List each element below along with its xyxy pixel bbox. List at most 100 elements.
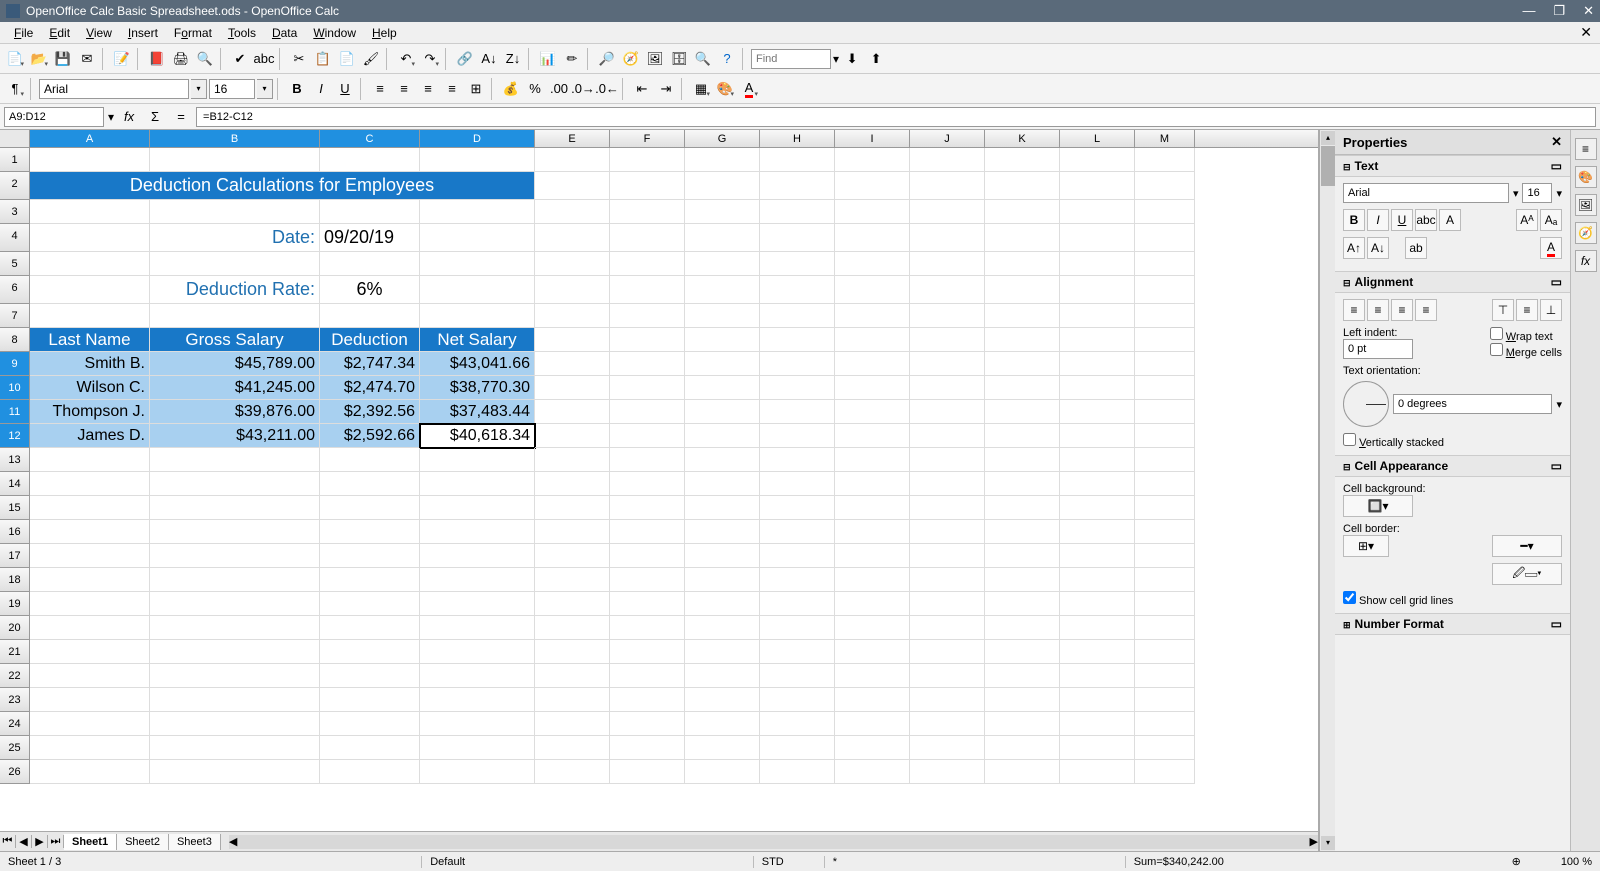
cell-C19[interactable] — [320, 592, 420, 616]
cell-J8[interactable] — [910, 328, 985, 352]
cell-L13[interactable] — [1060, 448, 1135, 472]
cell-G6[interactable] — [685, 276, 760, 304]
horizontal-scrollbar[interactable]: ◀ ▶ — [229, 835, 1318, 849]
sidebar-tab-styles[interactable]: 🎨 — [1575, 166, 1597, 188]
cell-C17[interactable] — [320, 544, 420, 568]
cell-M21[interactable] — [1135, 640, 1195, 664]
cell-L15[interactable] — [1060, 496, 1135, 520]
cell-I18[interactable] — [835, 568, 910, 592]
cell-J1[interactable] — [910, 148, 985, 172]
row-header-3[interactable]: 3 — [0, 200, 30, 224]
cell-H1[interactable] — [760, 148, 835, 172]
name-box-dropdown[interactable]: ▾ — [108, 110, 114, 124]
align-left-button[interactable]: ≡ — [369, 78, 391, 100]
cell-G14[interactable] — [685, 472, 760, 496]
print-preview-button[interactable]: 🔍 — [194, 48, 216, 70]
cell-B25[interactable] — [150, 736, 320, 760]
cell-M16[interactable] — [1135, 520, 1195, 544]
cell-K12[interactable] — [985, 424, 1060, 448]
cell-B23[interactable] — [150, 688, 320, 712]
column-header-K[interactable]: K — [985, 130, 1060, 147]
cell-J2[interactable] — [910, 172, 985, 200]
side-strike-button[interactable]: abc — [1415, 209, 1437, 231]
font-color-button[interactable]: A — [738, 78, 760, 100]
cell-G26[interactable] — [685, 760, 760, 784]
cell-K24[interactable] — [985, 712, 1060, 736]
cell-M7[interactable] — [1135, 304, 1195, 328]
cell-D1[interactable] — [420, 148, 535, 172]
row-header-26[interactable]: 26 — [0, 760, 30, 784]
cell-M10[interactable] — [1135, 376, 1195, 400]
cell-L22[interactable] — [1060, 664, 1135, 688]
cell-D5[interactable] — [420, 252, 535, 276]
cell-A19[interactable] — [30, 592, 150, 616]
cell-C26[interactable] — [320, 760, 420, 784]
row-header-6[interactable]: 6 — [0, 276, 30, 304]
cell-J26[interactable] — [910, 760, 985, 784]
cell-H21[interactable] — [760, 640, 835, 664]
cell-D25[interactable] — [420, 736, 535, 760]
equals-button[interactable]: = — [170, 106, 192, 128]
sum-button[interactable]: Σ — [144, 106, 166, 128]
cell-I3[interactable] — [835, 200, 910, 224]
cell-E10[interactable] — [535, 376, 610, 400]
side-font-dropdown[interactable]: ▾ — [1513, 187, 1519, 200]
close-button[interactable]: ✕ — [1583, 3, 1594, 19]
cell-I15[interactable] — [835, 496, 910, 520]
menu-tools[interactable]: Tools — [220, 24, 264, 42]
side-shrink-font-button[interactable]: A↓ — [1367, 237, 1389, 259]
section-text-label[interactable]: Text — [1355, 159, 1379, 173]
cell-D20[interactable] — [420, 616, 535, 640]
cell-H17[interactable] — [760, 544, 835, 568]
spreadsheet-grid[interactable]: 12Deduction Calculations for Employees34… — [0, 148, 1318, 831]
cell-F10[interactable] — [610, 376, 685, 400]
side-valign-mid-button[interactable]: ≡ — [1516, 299, 1538, 321]
cell-D23[interactable] — [420, 688, 535, 712]
cell-J5[interactable] — [910, 252, 985, 276]
cell-D19[interactable] — [420, 592, 535, 616]
column-header-M[interactable]: M — [1135, 130, 1195, 147]
row-header-9[interactable]: 9 — [0, 352, 30, 376]
cell-D4[interactable] — [420, 224, 535, 252]
column-header-J[interactable]: J — [910, 130, 985, 147]
cell-I1[interactable] — [835, 148, 910, 172]
cell-J16[interactable] — [910, 520, 985, 544]
cell-L11[interactable] — [1060, 400, 1135, 424]
chart-button[interactable]: 📊 — [537, 48, 559, 70]
column-header-I[interactable]: I — [835, 130, 910, 147]
cell-F12[interactable] — [610, 424, 685, 448]
cell-M5[interactable] — [1135, 252, 1195, 276]
cell-A2[interactable]: Deduction Calculations for Employees — [30, 172, 535, 200]
cell-A24[interactable] — [30, 712, 150, 736]
merge-cells-checkbox[interactable]: Merge cells — [1490, 347, 1562, 359]
row-header-17[interactable]: 17 — [0, 544, 30, 568]
cell-D3[interactable] — [420, 200, 535, 224]
cell-E1[interactable] — [535, 148, 610, 172]
cell-M4[interactable] — [1135, 224, 1195, 252]
column-header-C[interactable]: C — [320, 130, 420, 147]
left-indent-input[interactable] — [1343, 339, 1413, 359]
status-zoom[interactable]: 100 % — [1561, 856, 1592, 868]
cell-K16[interactable] — [985, 520, 1060, 544]
cell-C18[interactable] — [320, 568, 420, 592]
cell-F4[interactable] — [610, 224, 685, 252]
cell-F6[interactable] — [610, 276, 685, 304]
cell-L8[interactable] — [1060, 328, 1135, 352]
cell-M19[interactable] — [1135, 592, 1195, 616]
cell-F13[interactable] — [610, 448, 685, 472]
sidebar-close-button[interactable]: ✕ — [1551, 134, 1562, 150]
print-button[interactable]: 🖨 — [170, 48, 192, 70]
cell-I11[interactable] — [835, 400, 910, 424]
cell-J11[interactable] — [910, 400, 985, 424]
cell-B5[interactable] — [150, 252, 320, 276]
wrap-text-checkbox[interactable]: Wrap text — [1490, 331, 1553, 343]
row-header-12[interactable]: 12 — [0, 424, 30, 448]
side-align-left-button[interactable]: ≡ — [1343, 299, 1365, 321]
cell-bg-color-button[interactable]: 🔲▾ — [1343, 495, 1413, 517]
row-header-1[interactable]: 1 — [0, 148, 30, 172]
cell-F14[interactable] — [610, 472, 685, 496]
cell-J24[interactable] — [910, 712, 985, 736]
row-header-21[interactable]: 21 — [0, 640, 30, 664]
cell-C9[interactable]: $2,747.34 — [320, 352, 420, 376]
cell-I6[interactable] — [835, 276, 910, 304]
